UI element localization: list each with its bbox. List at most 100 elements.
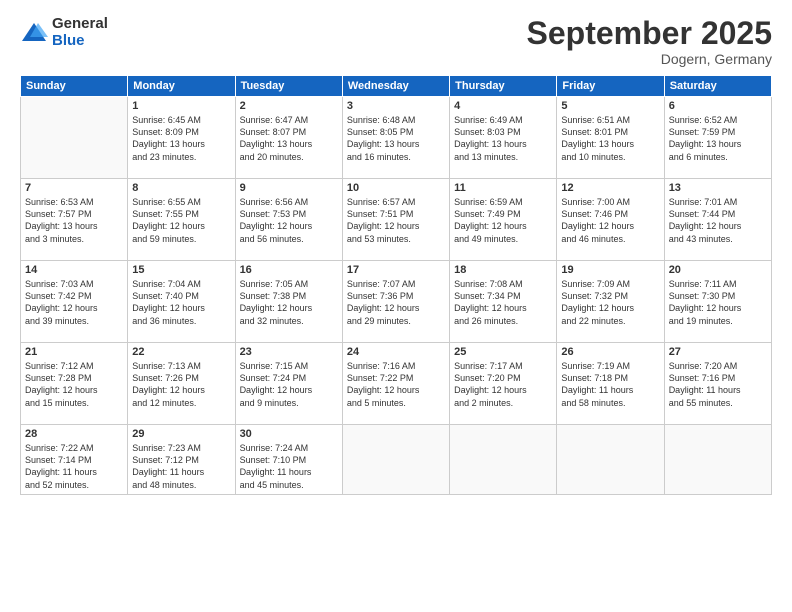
cell-line: Daylight: 11 hours xyxy=(561,385,633,395)
cell-content: Sunrise: 6:47 AMSunset: 8:07 PMDaylight:… xyxy=(240,114,338,163)
table-row: 21Sunrise: 7:12 AMSunset: 7:28 PMDayligh… xyxy=(21,343,128,425)
table-row: 11Sunrise: 6:59 AMSunset: 7:49 PMDayligh… xyxy=(450,179,557,261)
cell-content: Sunrise: 6:45 AMSunset: 8:09 PMDaylight:… xyxy=(132,114,230,163)
day-number: 15 xyxy=(132,264,230,276)
logo: General Blue xyxy=(20,16,108,49)
table-row xyxy=(450,425,557,495)
table-row: 20Sunrise: 7:11 AMSunset: 7:30 PMDayligh… xyxy=(664,261,771,343)
cell-line: Sunset: 7:26 PM xyxy=(132,373,199,383)
cell-line: and 20 minutes. xyxy=(240,152,304,162)
cell-line: Sunset: 8:03 PM xyxy=(454,127,521,137)
day-number: 17 xyxy=(347,264,445,276)
cell-content: Sunrise: 7:20 AMSunset: 7:16 PMDaylight:… xyxy=(669,360,767,409)
cell-line: and 9 minutes. xyxy=(240,398,299,408)
cell-line: Daylight: 12 hours xyxy=(347,303,420,313)
day-number: 19 xyxy=(561,264,659,276)
col-friday: Friday xyxy=(557,76,664,97)
cell-line: Daylight: 12 hours xyxy=(561,303,634,313)
cell-line: Daylight: 13 hours xyxy=(669,139,742,149)
cell-line: and 39 minutes. xyxy=(25,316,89,326)
cell-line: Sunrise: 7:24 AM xyxy=(240,443,309,453)
day-number: 27 xyxy=(669,346,767,358)
table-row xyxy=(664,425,771,495)
cell-line: Sunset: 7:38 PM xyxy=(240,291,307,301)
table-row: 6Sunrise: 6:52 AMSunset: 7:59 PMDaylight… xyxy=(664,97,771,179)
cell-line: Sunset: 7:12 PM xyxy=(132,455,199,465)
cell-line: Daylight: 12 hours xyxy=(347,385,420,395)
cell-line: Sunrise: 7:12 AM xyxy=(25,361,94,371)
cell-line: Sunrise: 6:53 AM xyxy=(25,197,94,207)
day-number: 18 xyxy=(454,264,552,276)
table-row: 1 Sunrise: 6:45 AMSunset: 8:09 PMDaylight… xyxy=(128,97,235,179)
table-row: 18Sunrise: 7:08 AMSunset: 7:34 PMDayligh… xyxy=(450,261,557,343)
col-wednesday: Wednesday xyxy=(342,76,449,97)
logo-blue-text: Blue xyxy=(52,33,108,50)
cell-line: and 6 minutes. xyxy=(669,152,728,162)
header-row: Sunday Monday Tuesday Wednesday Thursday… xyxy=(21,76,772,97)
page: General Blue September 2025 Dogern, Germ… xyxy=(0,0,792,612)
cell-line: Sunrise: 7:01 AM xyxy=(669,197,738,207)
day-number: 16 xyxy=(240,264,338,276)
cell-line: Sunset: 7:24 PM xyxy=(240,373,307,383)
cell-content: Sunrise: 7:09 AM Sunset: 7:32 PM Daylight:… xyxy=(561,278,659,327)
cell-content: Sunrise: 7:07 AMSunset: 7:36 PMDaylight:… xyxy=(347,278,445,327)
title-block: September 2025 Dogern, Germany xyxy=(527,16,772,67)
cell-line: Sunrise: 6:51 AM xyxy=(561,115,630,125)
cell-line: Sunset: 7:32 PM xyxy=(561,291,628,301)
day-number: 14 xyxy=(25,264,123,276)
cell-line: and 13 minutes. xyxy=(454,152,518,162)
cell-line: Sunrise: 7:17 AM xyxy=(454,361,523,371)
day-number: 9 xyxy=(240,182,338,194)
cell-line: Daylight: 12 hours xyxy=(454,385,527,395)
cell-line: Daylight: 12 hours xyxy=(240,385,313,395)
cell-line: Daylight: 12 hours xyxy=(25,385,98,395)
table-row: 9Sunrise: 6:56 AMSunset: 7:53 PMDaylight… xyxy=(235,179,342,261)
day-number: 26 xyxy=(561,346,659,358)
cell-line: Daylight: 12 hours xyxy=(669,303,742,313)
day-number: 30 xyxy=(240,428,338,440)
day-number: 1 xyxy=(132,100,230,112)
col-saturday: Saturday xyxy=(664,76,771,97)
cell-content: Sunrise: 7:03 AMSunset: 7:42 PMDaylight:… xyxy=(25,278,123,327)
day-number: 6 xyxy=(669,100,767,112)
cell-line: Sunset: 7:22 PM xyxy=(347,373,414,383)
cell-line: Daylight: 12 hours xyxy=(240,221,313,231)
table-row: 23Sunrise: 7:15 AMSunset: 7:24 PMDayligh… xyxy=(235,343,342,425)
cell-line: and 19 minutes. xyxy=(669,316,733,326)
cell-line: Sunrise: 7:19 AM xyxy=(561,361,630,371)
cell-line: Sunrise: 7:13 AM xyxy=(132,361,201,371)
cell-line: Sunrise: 7:22 AM xyxy=(25,443,94,453)
table-row: 30Sunrise: 7:24 AMSunset: 7:10 PMDayligh… xyxy=(235,425,342,495)
cell-content: Sunrise: 7:15 AM Sunset: 7:24 PM Daylight:… xyxy=(240,360,338,409)
cell-content: Sunrise: 6:49 AMSunset: 8:03 PMDaylight:… xyxy=(454,114,552,163)
cell-content: Sunrise: 6:53 AMSunset: 7:57 PMDaylight:… xyxy=(25,196,123,245)
cell-content: Sunrise: 6:48 AMSunset: 8:05 PMDaylight:… xyxy=(347,114,445,163)
cell-line: and 58 minutes. xyxy=(561,398,625,408)
cell-line: Sunset: 7:55 PM xyxy=(132,209,199,219)
day-number: 21 xyxy=(25,346,123,358)
logo-general: General xyxy=(52,16,108,33)
col-monday: Monday xyxy=(128,76,235,97)
cell-line: Sunset: 7:53 PM xyxy=(240,209,307,219)
cell-line: Sunrise: 6:59 AM xyxy=(454,197,523,207)
day-number: 2 xyxy=(240,100,338,112)
cell-line: Sunrise: 7:15 AM xyxy=(240,361,309,371)
cell-content: Sunrise: 7:19 AMSunset: 7:18 PMDaylight:… xyxy=(561,360,659,409)
cell-content: Sunrise: 6:57 AMSunset: 7:51 PMDaylight:… xyxy=(347,196,445,245)
day-number: 7 xyxy=(25,182,123,194)
cell-line: Daylight: 12 hours xyxy=(132,221,205,231)
cell-line: Daylight: 11 hours xyxy=(240,467,312,477)
day-number: 29 xyxy=(132,428,230,440)
cell-line: Daylight: 11 hours xyxy=(669,385,741,395)
day-number: 3 xyxy=(347,100,445,112)
table-row: 25Sunrise: 7:17 AMSunset: 7:20 PMDayligh… xyxy=(450,343,557,425)
header: General Blue September 2025 Dogern, Germ… xyxy=(20,16,772,67)
table-row: 5Sunrise: 6:51 AMSunset: 8:01 PMDaylight… xyxy=(557,97,664,179)
day-number: 8 xyxy=(132,182,230,194)
col-tuesday: Tuesday xyxy=(235,76,342,97)
day-number: 24 xyxy=(347,346,445,358)
table-row: 29Sunrise: 7:23 AMSunset: 7:12 PMDayligh… xyxy=(128,425,235,495)
cell-line: Daylight: 12 hours xyxy=(132,303,205,313)
cell-line: Sunrise: 7:09 AM xyxy=(561,279,630,289)
cell-line: Sunset: 7:34 PM xyxy=(454,291,521,301)
